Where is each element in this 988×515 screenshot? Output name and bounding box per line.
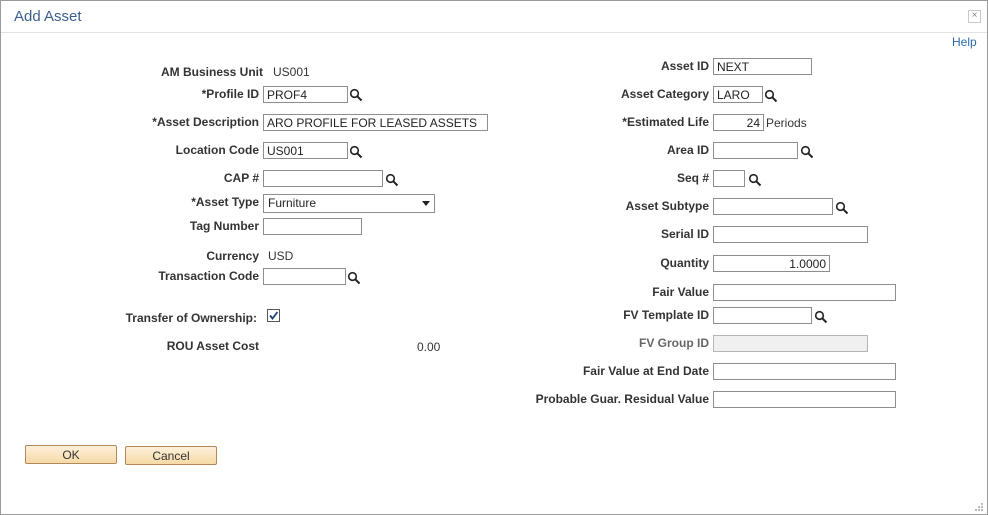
transaction-code-lookup-icon[interactable] [347, 271, 361, 285]
tag-number-label: Tag Number [189, 219, 259, 233]
area-id-label: Area ID [666, 143, 709, 157]
rou-asset-cost-label: ROU Asset Cost [166, 339, 259, 353]
location-code-lookup-icon[interactable] [349, 145, 363, 159]
close-icon[interactable]: × [968, 10, 981, 23]
am-business-unit-value: US001 [273, 65, 310, 79]
fair-value-label: Fair Value [652, 285, 709, 299]
estimated-life-unit: Periods [766, 116, 807, 130]
checkmark-icon [269, 311, 279, 320]
location-code-label: Location Code [175, 143, 259, 157]
chevron-down-icon [422, 201, 430, 206]
asset-subtype-label: Asset Subtype [625, 199, 709, 213]
am-business-unit-label: AM Business Unit [160, 65, 263, 79]
serial-id-input[interactable] [713, 226, 868, 243]
asset-type-label: *Asset Type [191, 195, 259, 209]
asset-id-label: Asset ID [660, 59, 709, 73]
fair-value-end-date-input[interactable] [713, 363, 896, 380]
fair-value-input[interactable] [713, 284, 896, 301]
asset-category-input[interactable]: LARO [713, 86, 763, 103]
currency-value: USD [268, 249, 294, 263]
cap-number-input[interactable] [263, 170, 383, 187]
transaction-code-label: Transaction Code [158, 269, 259, 283]
cap-number-lookup-icon[interactable] [385, 173, 399, 187]
fv-template-id-input[interactable] [713, 307, 812, 324]
transfer-of-ownership-label: Transfer of Ownership: [125, 311, 257, 325]
fv-template-id-lookup-icon[interactable] [814, 310, 828, 324]
fv-group-id-input [713, 335, 868, 352]
asset-category-lookup-icon[interactable] [764, 89, 778, 103]
fair-value-end-date-label: Fair Value at End Date [582, 364, 709, 378]
transaction-code-input[interactable] [263, 268, 346, 285]
fv-group-id-label: FV Group ID [639, 336, 709, 350]
quantity-input[interactable]: 1.0000 [713, 255, 830, 272]
asset-type-selected-value: Furniture [268, 196, 317, 210]
cap-number-label: CAP # [223, 171, 259, 185]
cancel-button[interactable]: Cancel [125, 446, 217, 465]
asset-id-input[interactable]: NEXT [713, 58, 812, 75]
tag-number-input[interactable] [263, 218, 362, 235]
dialog-title: Add Asset [14, 8, 82, 25]
location-code-input[interactable]: US001 [263, 142, 348, 159]
currency-label: Currency [206, 249, 259, 263]
serial-id-label: Serial ID [660, 227, 709, 241]
estimated-life-label: *Estimated Life [622, 115, 709, 129]
fv-template-id-label: FV Template ID [623, 308, 709, 322]
resize-grip-icon[interactable] [974, 501, 984, 511]
seq-number-lookup-icon[interactable] [748, 173, 762, 187]
probable-guar-residual-label: Probable Guar. Residual Value [535, 392, 709, 406]
asset-subtype-input[interactable] [713, 198, 833, 215]
profile-id-input[interactable]: PROF4 [263, 86, 348, 103]
profile-id-lookup-icon[interactable] [349, 88, 363, 102]
help-link[interactable]: Help [952, 35, 977, 49]
asset-category-label: Asset Category [620, 87, 709, 101]
dialog-titlebar: Add Asset × [1, 1, 987, 33]
area-id-lookup-icon[interactable] [800, 145, 814, 159]
asset-subtype-lookup-icon[interactable] [835, 201, 849, 215]
rou-asset-cost-value: 0.00 [417, 340, 441, 354]
seq-number-input[interactable] [713, 170, 745, 187]
seq-number-label: Seq # [676, 171, 709, 185]
ok-button[interactable]: OK [25, 445, 117, 464]
asset-type-select[interactable]: Furniture [263, 194, 435, 213]
profile-id-label: *Profile ID [201, 87, 259, 101]
transfer-of-ownership-checkbox[interactable] [267, 309, 280, 322]
asset-description-input[interactable]: ARO PROFILE FOR LEASED ASSETS [263, 114, 488, 131]
quantity-label: Quantity [660, 256, 709, 270]
asset-description-label: *Asset Description [152, 115, 259, 129]
add-asset-dialog: Add Asset × Help AM Business Unit US001 … [0, 0, 988, 515]
probable-guar-residual-input[interactable] [713, 391, 896, 408]
area-id-input[interactable] [713, 142, 798, 159]
estimated-life-input[interactable]: 24 [713, 114, 764, 131]
